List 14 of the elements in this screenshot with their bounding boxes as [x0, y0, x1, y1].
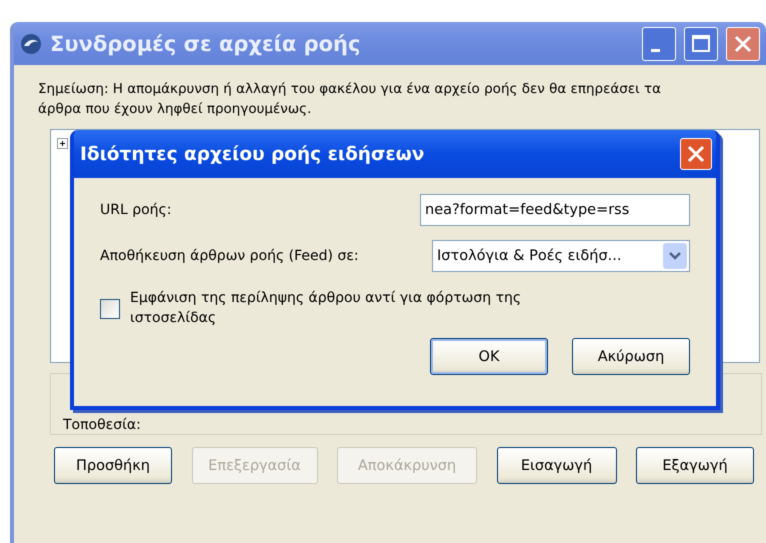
action-button[interactable]: Εισαγωγή — [496, 447, 616, 484]
window-title: Συνδρομές σε αρχεία ροής — [50, 32, 362, 56]
note-text: Σημείωση: Η απομάκρυνση ή αλλαγή του φακέλου για ένα αρχείο ροής δεν θα επηρεάσει τα άρθρα που έχουν ληφθεί προηγουμένως. — [38, 80, 662, 119]
folder-label: Αποθήκευση άρθρων ροής (Feed) σε: — [100, 248, 359, 264]
action-button[interactable]: Προσθήκη — [54, 447, 172, 484]
url-field[interactable]: nea?format=feed&type=rss — [420, 194, 690, 226]
checkbox-label: Εμφάνιση της περίληψης άρθρου αντί για φόρτωση της ιστοσελίδας — [130, 289, 522, 328]
action-button[interactable]: Εξαγωγή — [636, 447, 754, 484]
dialog-title: Ιδιότητες αρχείου ροής ειδήσεων — [80, 144, 426, 164]
dialog-button[interactable]: Ακύρωση — [572, 338, 690, 375]
url-label: URL ροής: — [100, 202, 172, 218]
folder-dropdown[interactable]: Ιστολόγια & Ροές ειδήσ... — [432, 240, 690, 272]
dialog-button[interactable]: OK — [430, 338, 548, 375]
location-label: Τοποθεσία: — [63, 417, 141, 433]
